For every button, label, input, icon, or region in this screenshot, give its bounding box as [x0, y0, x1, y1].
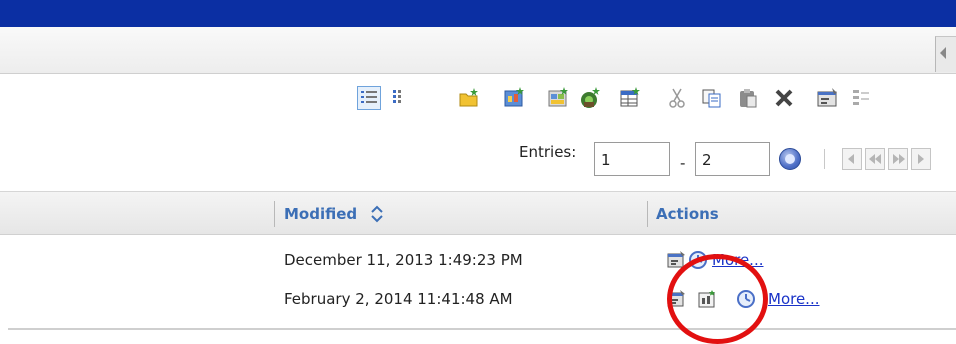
- first-page-button[interactable]: [842, 148, 862, 170]
- chevron-left-icon: [940, 47, 946, 59]
- toolbar: [352, 80, 956, 116]
- entries-to-input[interactable]: 2: [695, 142, 770, 176]
- range-separator: -: [680, 154, 686, 172]
- sub-header-bar: [0, 27, 956, 74]
- column-divider: [274, 201, 275, 227]
- column-header-actions: Actions: [656, 205, 719, 223]
- collapse-panel-button[interactable]: [935, 36, 956, 72]
- new-job-icon[interactable]: [578, 86, 602, 110]
- modified-cell: February 2, 2014 11:41:48 AM: [284, 290, 513, 308]
- column-divider: [647, 201, 648, 227]
- pagination-divider: [824, 149, 825, 169]
- modified-cell: December 11, 2013 1:49:23 PM: [284, 251, 523, 269]
- sort-icon[interactable]: [370, 205, 384, 223]
- previous-page-button[interactable]: [865, 148, 885, 170]
- go-button[interactable]: [779, 148, 801, 170]
- list-view-icon[interactable]: [357, 86, 381, 110]
- new-dashboard-icon[interactable]: [546, 86, 570, 110]
- column-header-modified[interactable]: Modified: [284, 205, 357, 223]
- more-tools-icon[interactable]: [850, 86, 874, 110]
- new-folder-icon[interactable]: [457, 86, 481, 110]
- more-link[interactable]: More...: [768, 290, 820, 308]
- properties-icon[interactable]: [816, 86, 840, 110]
- table-header: [0, 191, 956, 235]
- copy-icon[interactable]: [700, 86, 724, 110]
- top-banner: [0, 0, 956, 27]
- next-page-button[interactable]: [888, 148, 908, 170]
- paste-icon[interactable]: [736, 86, 760, 110]
- details-view-icon[interactable]: [389, 86, 413, 110]
- divider: [8, 328, 956, 330]
- delete-icon[interactable]: [772, 86, 796, 110]
- new-report-icon[interactable]: [502, 86, 526, 110]
- entries-label: Entries:: [519, 143, 577, 161]
- last-page-button[interactable]: [911, 148, 931, 170]
- entries-from-input[interactable]: 1: [594, 142, 670, 176]
- highlight-circle: [667, 254, 768, 344]
- new-table-icon[interactable]: [618, 86, 642, 110]
- cut-icon[interactable]: [665, 86, 689, 110]
